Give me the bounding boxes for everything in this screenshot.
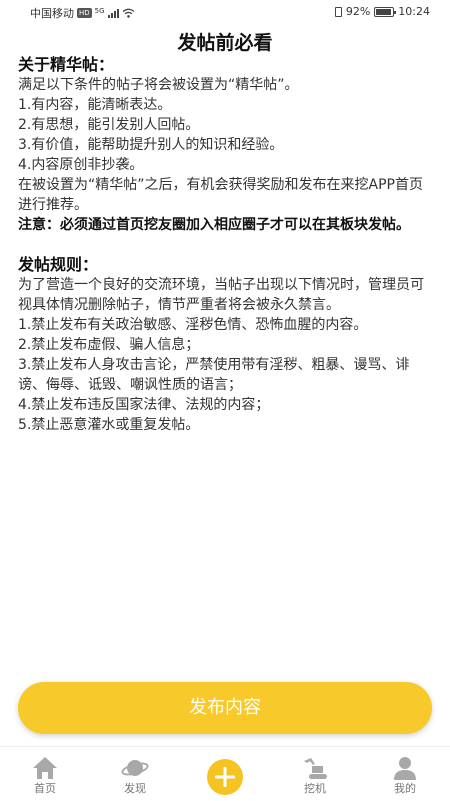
featured-note: 注意：必须通过首页挖友圈加入相应圈子才可以在其板块发帖。 [18,217,410,233]
tab-label: 发现 [124,782,146,795]
featured-reward: 在被设置为“精华帖”之后，有机会获得奖励和发布在来挖APP首页进行推荐。 [18,177,423,213]
tab-home[interactable]: 首页 [0,747,90,801]
tab-profile[interactable]: 我的 [360,747,450,801]
featured-heading: 关于精华帖： [18,55,115,74]
rules-item: 5.禁止恶意灌水或重复发帖。 [18,417,200,433]
clock: 10:24 [398,5,430,18]
bottom-tab-bar: 首页 发现 挖机 我的 [0,746,450,801]
status-left: 中国移动 HD 5G [30,5,135,21]
network-badge: 5G [94,7,105,15]
wifi-icon [122,8,134,18]
planet-icon [121,760,149,776]
carrier-name: 中国移动 [30,7,74,20]
battery-percent: 92% [345,5,371,18]
vibrate-icon [334,6,342,17]
battery-icon [374,6,397,17]
tab-excavator[interactable]: 挖机 [270,747,360,801]
user-icon [394,757,416,780]
home-icon [33,757,57,779]
status-bar: 中国移动 HD 5G 92% 10:24 [0,0,450,24]
status-right: 92% 10:24 [334,5,430,18]
publish-content-button[interactable]: 发布内容 [18,682,432,734]
rules-intro: 为了营造一个良好的交流环境，当帖子出现以下情况时，管理员可视具体情况删除帖子，情… [18,277,424,313]
rules-item: 4.禁止发布违反国家法律、法规的内容； [18,397,270,413]
add-button[interactable] [207,759,243,795]
rules-item: 1.禁止发布有关政治敏感、淫秽色情、恐怖血腥的内容。 [18,317,368,333]
tab-label: 首页 [34,782,56,795]
tab-label: 我的 [394,782,416,795]
rules-heading: 发帖规则： [18,255,99,274]
featured-item: 1.有内容，能清晰表达。 [18,97,172,113]
tab-add[interactable] [180,747,270,801]
excavator-icon [304,758,327,779]
rules-item: 3.禁止发布人身攻击言论，严禁使用带有淫秽、粗暴、谩骂、诽谤、侮辱、诋毁、嘲讽性… [18,357,410,393]
hd-badge: HD [77,8,92,18]
guidelines-content: 关于精华帖： 满足以下条件的帖子将会被设置为“精华帖”。 1.有内容，能清晰表达… [18,55,432,435]
featured-item: 4.内容原创非抄袭。 [18,157,144,173]
featured-item: 3.有价值，能帮助提升别人的知识和经验。 [18,137,284,153]
featured-item: 2.有思想，能引发别人回帖。 [18,117,200,133]
page-title: 发帖前必看 [177,32,273,54]
tab-label: 挖机 [304,782,326,795]
tab-discover[interactable]: 发现 [90,747,180,801]
plus-icon [215,767,235,787]
featured-intro: 满足以下条件的帖子将会被设置为“精华帖”。 [18,77,299,93]
signal-icon [107,8,119,18]
rules-item: 2.禁止发布虚假、骗人信息； [18,337,200,353]
